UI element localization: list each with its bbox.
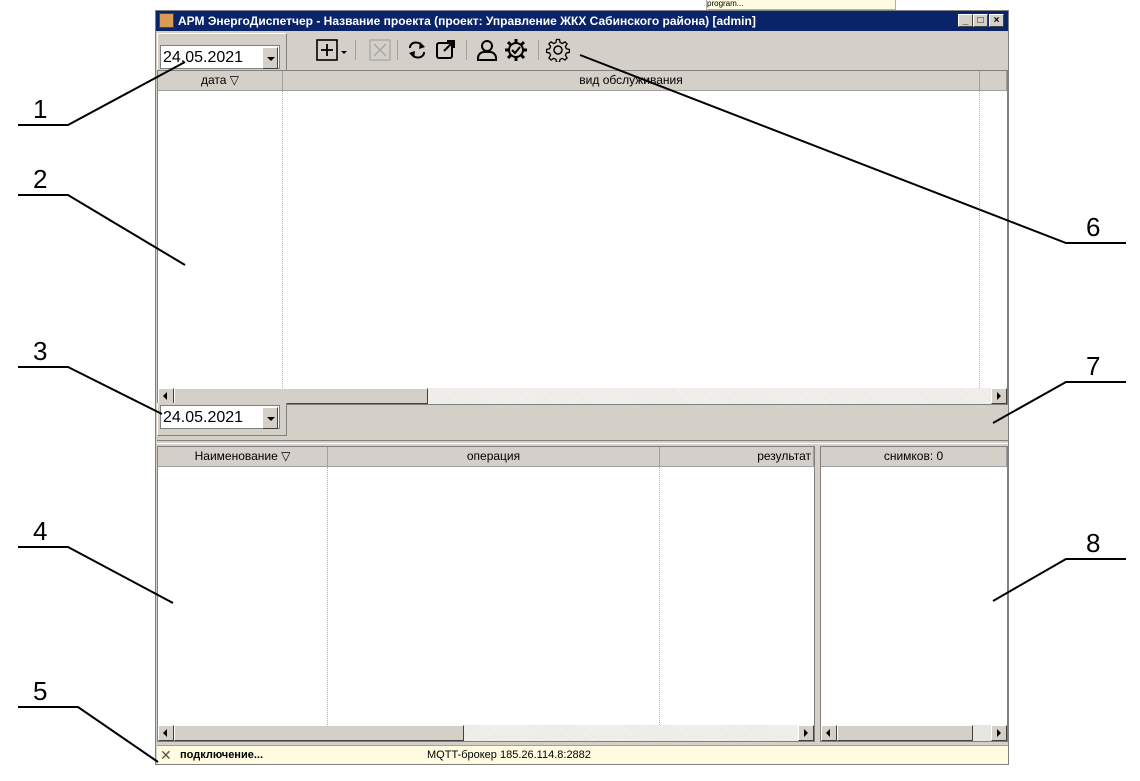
callout-number-6: 6 [1086,212,1101,242]
callout-number-4: 4 [33,516,48,546]
callout-number-3: 3 [33,336,48,366]
callout-line-7 [992,381,1126,424]
callout-line-3 [18,366,163,415]
callout-number-1: 1 [33,94,48,124]
callout-number-8: 8 [1086,528,1101,558]
callout-line-2 [18,194,186,266]
callout-number-5: 5 [33,676,48,706]
callout-line-6 [579,54,1126,244]
callout-number-2: 2 [33,164,48,194]
callout-lines [18,54,1126,763]
callout-line-8 [992,558,1126,602]
callout-line-5 [18,706,159,763]
callout-line-4 [18,546,174,604]
callout-number-7: 7 [1086,351,1101,381]
